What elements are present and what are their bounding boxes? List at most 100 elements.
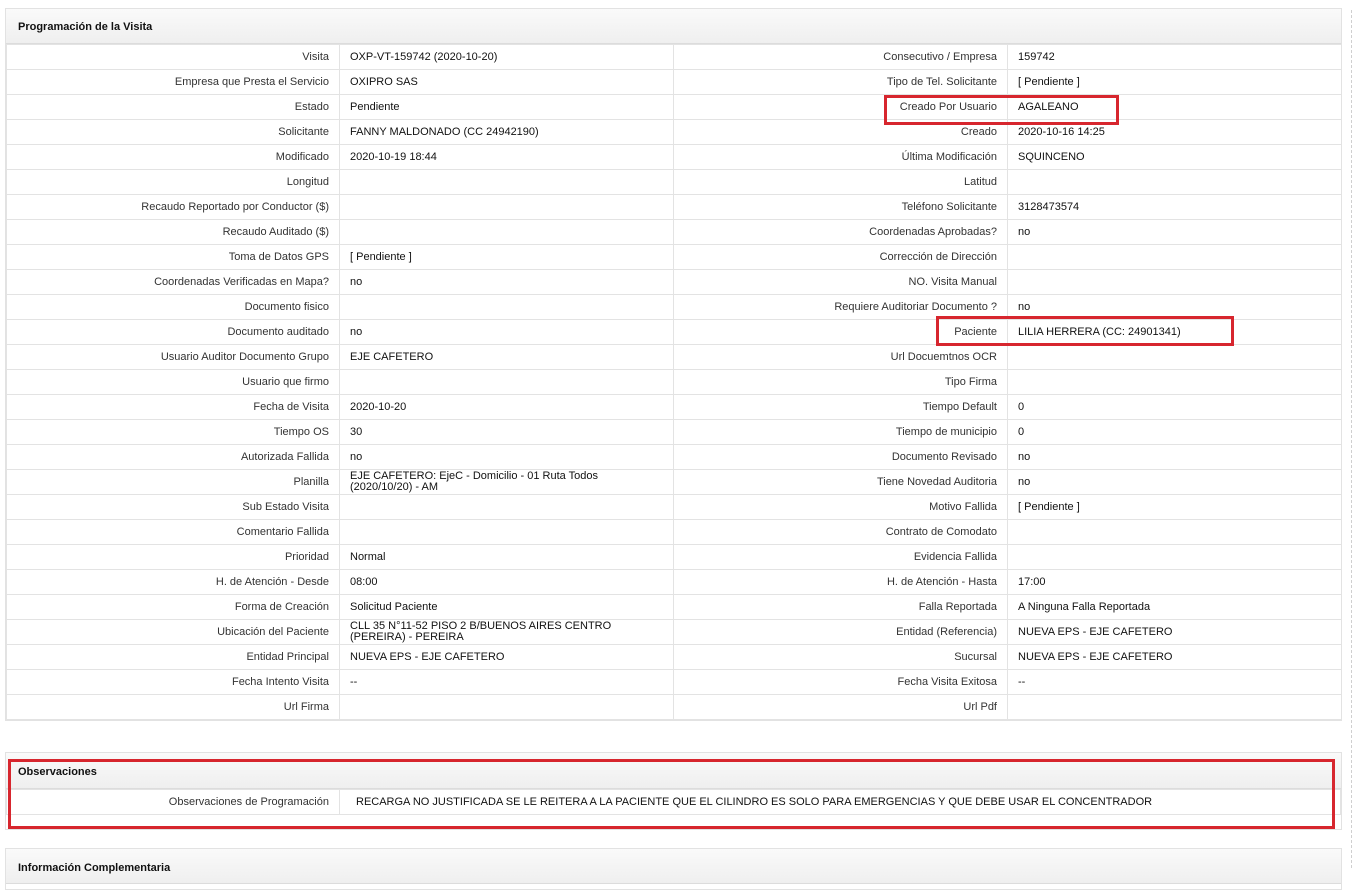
- field-value: [1007, 519, 1342, 545]
- observaciones-table: Observaciones de Programación RECARGA NO…: [6, 789, 1341, 815]
- field-value: SQUINCENO: [1007, 144, 1342, 170]
- field-label: Tiempo de municipio: [673, 419, 1008, 445]
- field-label: Paciente: [673, 319, 1008, 345]
- field-label: Usuario que firmo: [6, 369, 340, 395]
- field-value: no: [339, 444, 674, 470]
- field-label: Empresa que Presta el Servicio: [6, 69, 340, 95]
- field-label: Tiempo OS: [6, 419, 340, 445]
- field-value: --: [339, 669, 674, 695]
- field-label: Fecha de Visita: [6, 394, 340, 420]
- table-row: Empresa que Presta el Servicio OXIPRO SAS…: [6, 69, 1342, 95]
- field-value: no: [1007, 219, 1342, 245]
- field-value: NUEVA EPS - EJE CAFETERO: [1007, 644, 1342, 670]
- table-row: Comentario Fallida Contrato de Comodato: [6, 519, 1342, 545]
- field-value: 2020-10-16 14:25: [1007, 119, 1342, 145]
- field-value: no: [339, 269, 674, 295]
- field-value: [1007, 169, 1342, 195]
- field-value: [1007, 694, 1342, 720]
- field-value: Normal: [339, 544, 674, 570]
- field-value: [339, 169, 674, 195]
- field-label: Planilla: [6, 469, 340, 495]
- field-value: [1007, 344, 1342, 370]
- field-value: [ Pendiente ]: [339, 244, 674, 270]
- field-value: [1007, 544, 1342, 570]
- field-value: 3128473574: [1007, 194, 1342, 220]
- field-label: Entidad Principal: [6, 644, 340, 670]
- field-label: Coordenadas Verificadas en Mapa?: [6, 269, 340, 295]
- field-label: Toma de Datos GPS: [6, 244, 340, 270]
- field-label: Comentario Fallida: [6, 519, 340, 545]
- field-value: no: [1007, 294, 1342, 320]
- field-value: 08:00: [339, 569, 674, 595]
- field-label: Sub Estado Visita: [6, 494, 340, 520]
- field-value: AGALEANO: [1007, 94, 1342, 120]
- field-label: Latitud: [673, 169, 1008, 195]
- table-row: Visita OXP-VT-159742 (2020-10-20) Consecut…: [6, 44, 1342, 70]
- field-label: Motivo Fallida: [673, 494, 1008, 520]
- table-row: Toma de Datos GPS[ Pendiente ] Corrección…: [6, 244, 1342, 270]
- field-value: OXP-VT-159742 (2020-10-20): [339, 44, 674, 70]
- table-row: Forma de Creación Solicitud Paciente Falla…: [6, 594, 1342, 620]
- field-value: 0: [1007, 394, 1342, 420]
- field-label: Usuario Auditor Documento Grupo: [6, 344, 340, 370]
- field-value: CLL 35 N°11-52 PISO 2 B/BUENOS AIRES CEN…: [339, 619, 674, 645]
- page-scroll-guide: [1351, 10, 1352, 868]
- field-label: H. de Atención - Hasta: [673, 569, 1008, 595]
- field-value: [339, 494, 674, 520]
- table-row: Longitud Latitud: [6, 169, 1342, 195]
- field-value: 2020-10-20: [339, 394, 674, 420]
- field-value: --: [1007, 669, 1342, 695]
- field-label: Consecutivo / Empresa: [673, 44, 1008, 70]
- field-label: Tipo Firma: [673, 369, 1008, 395]
- field-label: Falla Reportada: [673, 594, 1008, 620]
- field-label: Documento Revisado: [673, 444, 1008, 470]
- field-value: [1007, 269, 1342, 295]
- field-value: OXIPRO SAS: [339, 69, 674, 95]
- table-row: Recaudo Reportado por Conductor ($) Teléf…: [6, 194, 1342, 220]
- field-label: Creado: [673, 119, 1008, 145]
- table-row: Fecha de Visita 2020-10-20 Tiempo Default…: [6, 394, 1342, 420]
- field-label: Tiempo Default: [673, 394, 1008, 420]
- field-value: no: [1007, 444, 1342, 470]
- field-value: [ Pendiente ]: [1007, 69, 1342, 95]
- field-value: EJE CAFETERO: [339, 344, 674, 370]
- field-label: Ubicación del Paciente: [6, 619, 340, 645]
- field-label: Visita: [6, 44, 340, 70]
- table-row: Estado Pendiente Creado Por Usuario AGALEAN…: [6, 94, 1342, 120]
- table-row: Documento fisico Requiere Auditoriar Docu…: [6, 294, 1342, 320]
- field-label: Coordenadas Aprobadas?: [673, 219, 1008, 245]
- field-value: no: [1007, 469, 1342, 495]
- programacion-table: Visita OXP-VT-159742 (2020-10-20) Consecut…: [6, 44, 1342, 720]
- table-row: Usuario que firmo Tipo Firma: [6, 369, 1342, 395]
- observaciones-title: Observaciones: [6, 753, 1341, 789]
- field-value: Solicitud Paciente: [339, 594, 674, 620]
- programacion-panel: Programación de la Visita Visita OXP-VT-1…: [5, 8, 1342, 721]
- field-label: Autorizada Fallida: [6, 444, 340, 470]
- field-label: Contrato de Comodato: [673, 519, 1008, 545]
- field-value: 2020-10-19 18:44: [339, 144, 674, 170]
- table-row: Prioridad Normal Evidencia Fallida: [6, 544, 1342, 570]
- table-row: Coordenadas Verificadas en Mapa? no NO. V…: [6, 269, 1342, 295]
- table-row: Solicitante FANNY MALDONADO (CC 24942190)…: [6, 119, 1342, 145]
- field-value: A Ninguna Falla Reportada: [1007, 594, 1342, 620]
- field-value: FANNY MALDONADO (CC 24942190): [339, 119, 674, 145]
- field-label: Forma de Creación: [6, 594, 340, 620]
- field-label: Prioridad: [6, 544, 340, 570]
- table-row: Modificado 2020-10-19 18:44 Última Modific…: [6, 144, 1342, 170]
- field-value: [1007, 244, 1342, 270]
- field-value: NUEVA EPS - EJE CAFETERO: [339, 644, 674, 670]
- field-value: [1007, 369, 1342, 395]
- field-label: Recaudo Reportado por Conductor ($): [6, 194, 340, 220]
- field-label: Url Docuemtnos OCR: [673, 344, 1008, 370]
- observaciones-value: RECARGA NO JUSTIFICADA SE LE REITERA A L…: [339, 789, 1341, 815]
- field-label: Solicitante: [6, 119, 340, 145]
- field-value: [339, 219, 674, 245]
- complementaria-title: Información Complementaria: [6, 849, 1341, 884]
- table-row: Entidad Principal NUEVA EPS - EJE CAFETER…: [6, 644, 1342, 670]
- field-label: H. de Atención - Desde: [6, 569, 340, 595]
- complementaria-panel: Información Complementaria: [5, 848, 1342, 890]
- field-value: NUEVA EPS - EJE CAFETERO: [1007, 619, 1342, 645]
- field-value: [339, 294, 674, 320]
- table-row: H. de Atención - Desde 08:00 H. de Atenció…: [6, 569, 1342, 595]
- table-row: Tiempo OS 30 Tiempo de municipio 0: [6, 419, 1342, 445]
